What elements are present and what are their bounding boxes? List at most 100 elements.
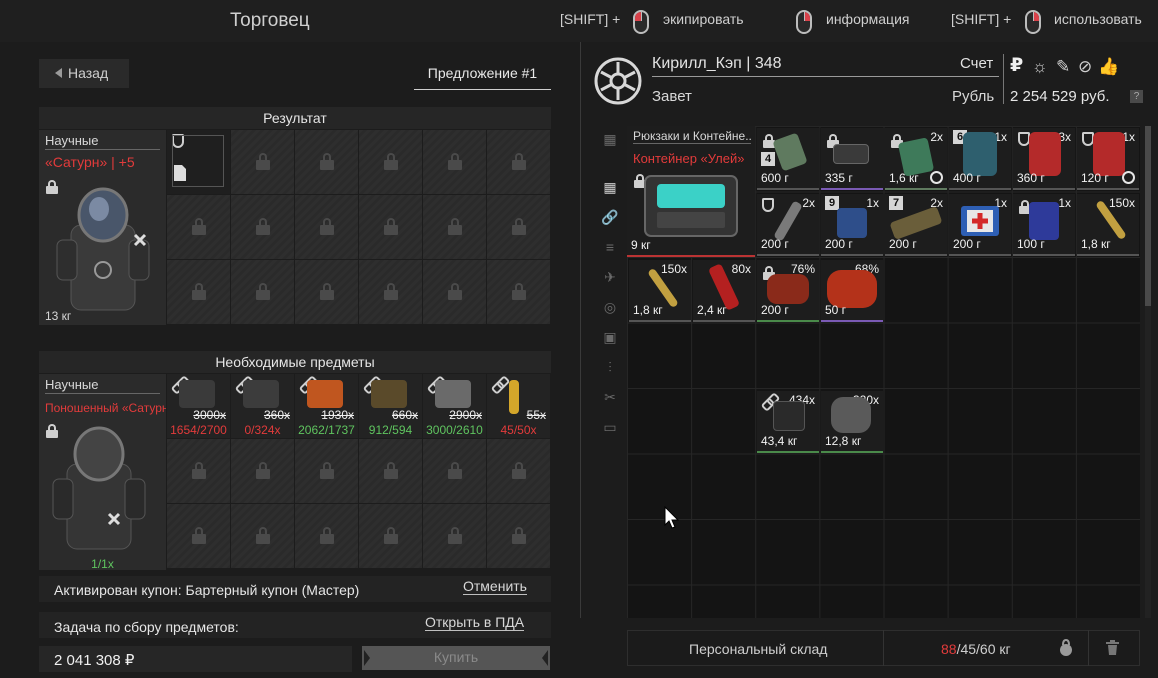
lock-icon [383, 462, 398, 480]
inventory-item[interactable]: 4 600 г [757, 128, 819, 190]
required-item[interactable]: 3000x 1654/2700 [167, 374, 230, 438]
lock-icon [255, 153, 270, 171]
inventory-item[interactable]: 1x 200 г [949, 194, 1011, 256]
inventory-item[interactable]: 434x 43,4 кг [757, 391, 819, 453]
item-icon [371, 380, 407, 408]
tab-list-icon[interactable]: ▦ [596, 126, 624, 152]
required-item[interactable]: 360x 0/324x [231, 374, 294, 438]
lock-icon [255, 283, 270, 301]
result-preview[interactable]: Научные «Сатурн» | +5 13 кг [39, 130, 166, 325]
inventory-item[interactable]: 7 2x 200 г [885, 194, 947, 256]
tab-link-icon[interactable]: 🔗 [596, 204, 624, 230]
item-weight: 200 г [761, 237, 789, 251]
current-weight: 88 [941, 641, 957, 657]
lock-icon [191, 527, 206, 545]
feather-currency-icon[interactable]: ✎ [1056, 57, 1070, 77]
required-item[interactable]: 55x 45/50x [487, 374, 550, 438]
tab-tools-icon[interactable]: ✂ [596, 384, 624, 410]
required-qty: 1930x [321, 408, 354, 422]
item-icon [837, 208, 867, 238]
required-grid: 3000x 1654/2700 360x 0/324x 1930x 2062/1… [167, 374, 551, 568]
item-count: 1x [866, 196, 879, 210]
tab-ammo-icon[interactable]: ⫶ [596, 354, 624, 380]
gear-currency-icon[interactable]: ☼ [1032, 57, 1048, 77]
item-icon [833, 144, 869, 164]
cancel-coupon-link[interactable]: Отменить [463, 578, 527, 595]
locked-slot [231, 439, 294, 503]
item-tier-badge: 9 [825, 196, 839, 210]
inventory-item[interactable]: 2x 200 г [757, 194, 819, 256]
inventory-item[interactable]: 2x 1,6 кг [885, 128, 947, 190]
container-category: Рюкзаки и Контейне... [633, 129, 751, 144]
item-weight: 600 г [761, 171, 789, 185]
back-button[interactable]: Назад [39, 59, 129, 88]
scrollbar-thumb[interactable] [1145, 126, 1151, 306]
tab-artifact-icon[interactable]: ◎ [596, 294, 624, 320]
separator [1088, 630, 1089, 666]
exoskeleton-icon [56, 187, 150, 311]
item-weight: 50 г [825, 303, 847, 317]
lock-icon [511, 218, 526, 236]
item-icon [307, 380, 343, 408]
tab-grid-icon[interactable]: ▦ [596, 174, 624, 200]
required-count: 1/1x [91, 557, 114, 570]
hive-container-icon [644, 175, 738, 237]
buy-label: Купить [433, 649, 479, 665]
item-weight: 1,8 кг [1081, 237, 1111, 251]
inventory-item[interactable]: 1x 120 г [1077, 128, 1139, 190]
item-weight: 43,4 кг [761, 434, 798, 448]
tab-misc-icon[interactable]: ▭ [596, 414, 624, 440]
inventory-item[interactable]: 150x 1,8 кг [1077, 194, 1139, 256]
inventory-item[interactable]: 320x 12,8 кг [821, 391, 883, 453]
inventory-item[interactable]: 1x 100 г [1013, 194, 1075, 256]
help-icon[interactable]: ? [1130, 90, 1143, 103]
owned-qty: 3000/2610 [426, 423, 483, 437]
lock-icon [447, 153, 462, 171]
inventory-item[interactable]: 3x 360 г [1013, 128, 1075, 190]
required-item[interactable]: 2900x 3000/2610 [423, 374, 486, 438]
tab-device-icon[interactable]: ▣ [596, 324, 624, 350]
lock-icon [319, 218, 334, 236]
item-weight: 200 г [953, 237, 981, 251]
inventory-item[interactable]: 80x 2,4 кг [693, 260, 755, 322]
locked-slot [487, 260, 550, 324]
locked-slot [487, 504, 550, 568]
lock-icon [255, 527, 270, 545]
inventory-item[interactable]: 6 1x 400 г [949, 128, 1011, 190]
required-item[interactable]: 660x 912/594 [359, 374, 422, 438]
tab-storage-icon[interactable]: ≡ [596, 234, 624, 260]
result-slot[interactable] [167, 130, 230, 194]
lock-icon [447, 218, 462, 236]
personal-stash-button[interactable]: Персональный склад [689, 641, 827, 657]
item-count: 150x [660, 262, 687, 276]
required-item[interactable]: 1930x 2062/1737 [295, 374, 358, 438]
item-weight: 200 г [761, 303, 789, 317]
hint-info: информация [826, 11, 910, 27]
result-item-name: «Сатурн» | +5 [45, 154, 135, 170]
item-icon [243, 380, 279, 408]
tab-weapon-icon[interactable]: ✈ [596, 264, 624, 290]
inventory-item[interactable]: 335 г [821, 128, 883, 190]
trash-icon[interactable] [1106, 640, 1119, 655]
inventory-item[interactable]: 150x 1,8 кг [629, 260, 691, 322]
lock-icon [383, 218, 398, 236]
inventory-item[interactable]: 9 1x 200 г [821, 194, 883, 256]
ruble-currency-icon[interactable]: ₽ [1010, 54, 1023, 77]
mouse-left-icon [633, 10, 649, 34]
locked-slot [231, 195, 294, 259]
lock-icon [447, 527, 462, 545]
required-preview[interactable]: Научные Поношенный «Сатурн» 1/1x [39, 374, 166, 570]
inventory-item[interactable]: 68% 50 г [821, 260, 883, 322]
item-icon [772, 132, 808, 172]
required-qty: 2900x [449, 408, 482, 422]
item-count: 150x [1108, 196, 1135, 210]
separator [1003, 54, 1004, 104]
medkit-icon [961, 206, 999, 236]
open-pda-link[interactable]: Открыть в ПДА [425, 614, 525, 631]
coin-currency-icon[interactable]: ⊘ [1078, 57, 1092, 77]
buy-button[interactable]: Купить [362, 646, 550, 670]
thumbs-up-currency-icon[interactable]: 👍 [1098, 57, 1119, 77]
inventory-item[interactable]: 76% 200 г [757, 260, 819, 322]
container-item[interactable]: Рюкзаки и Контейне... Контейнер «Улей» 9… [627, 126, 755, 257]
tab-offer-1[interactable]: Предложение #1 [414, 59, 551, 90]
